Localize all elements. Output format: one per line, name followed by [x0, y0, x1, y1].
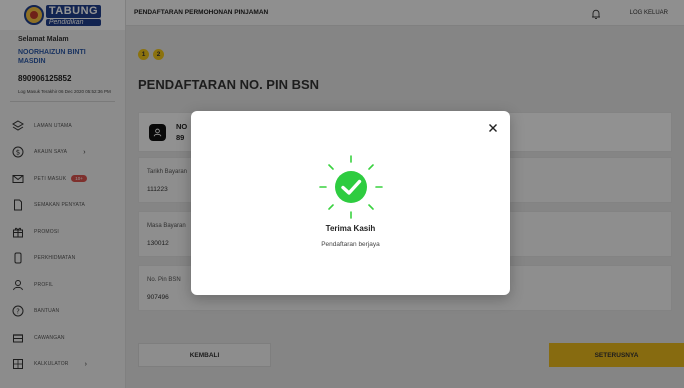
check-circle-icon: [319, 155, 383, 219]
success-dialog: Terima Kasih Pendaftaran berjaya: [191, 111, 510, 295]
close-icon[interactable]: [486, 121, 500, 135]
dialog-message: Pendaftaran berjaya: [321, 241, 380, 248]
dialog-title: Terima Kasih: [325, 224, 376, 233]
